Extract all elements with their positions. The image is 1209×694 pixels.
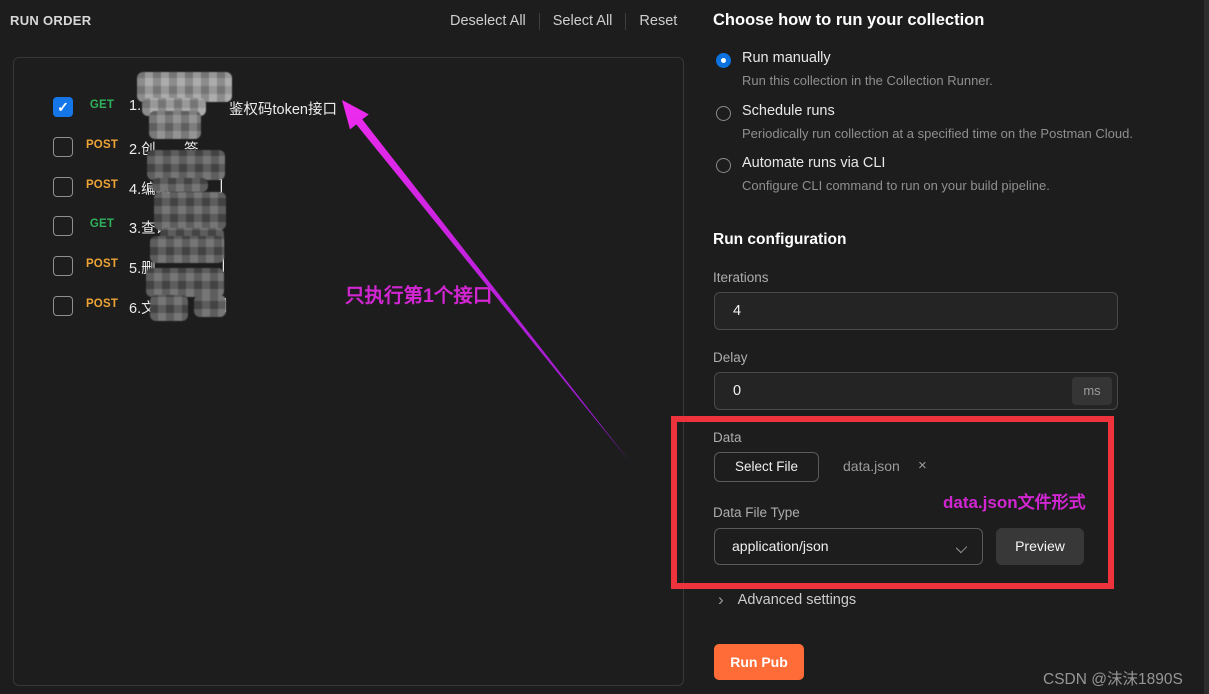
checkbox-checked[interactable]: ✓ (53, 97, 73, 117)
redacted-area (149, 111, 201, 139)
annotation-data-note: data.json文件形式 (943, 493, 1086, 512)
redacted-area (154, 192, 226, 230)
checkbox-unchecked[interactable] (53, 256, 73, 276)
header-action-deselect-all[interactable]: Deselect All (446, 11, 530, 31)
annotation-arrow-note: 只执行第1个接口 (345, 285, 493, 307)
delay-unit: ms (1072, 377, 1112, 405)
scrollbar[interactable] (1204, 0, 1209, 694)
redacted-area (150, 295, 188, 321)
option-description: Run this collection in the Collection Ru… (742, 73, 993, 88)
run-configuration-heading: Run configuration (713, 231, 847, 248)
iterations-value: 4 (733, 303, 742, 319)
delay-label: Delay (713, 350, 748, 365)
option-label[interactable]: Schedule runs (742, 103, 835, 119)
request-name-suffix: 鉴权码token接口 (229, 102, 337, 118)
run-order-title: RUN ORDER (10, 13, 92, 28)
radio-selected[interactable] (716, 53, 731, 68)
radio-unselected[interactable] (716, 106, 731, 121)
checkbox-unchecked[interactable] (53, 177, 73, 197)
checkbox-unchecked[interactable] (53, 216, 73, 236)
method-badge: POST (85, 298, 119, 310)
delay-input[interactable]: 0 ms (714, 372, 1118, 410)
iterations-input[interactable]: 4 (714, 292, 1118, 330)
redacted-area (146, 268, 224, 297)
advanced-settings-toggle[interactable]: › Advanced settings (718, 590, 857, 609)
redacted-area (152, 178, 208, 192)
header-actions: Deselect All Select All Reset (446, 11, 681, 31)
redacted-area (194, 295, 226, 317)
watermark: CSDN @沫沫1890S (1043, 671, 1183, 688)
iterations-label: Iterations (713, 270, 769, 285)
option-label[interactable]: Automate runs via CLI (742, 155, 885, 171)
option-description: Configure CLI command to run on your bui… (742, 178, 1050, 193)
choose-heading: Choose how to run your collection (713, 11, 985, 29)
method-badge: GET (89, 99, 115, 111)
header-action-reset[interactable]: Reset (635, 11, 681, 31)
option-description: Periodically run collection at a specifi… (742, 126, 1133, 141)
method-badge: POST (85, 258, 119, 270)
run-order-panel: ✓GET1.鉴权码token接口POST2.创签POST4.编辑]GET3.查询… (13, 57, 684, 686)
method-badge: POST (85, 179, 119, 191)
header-action-select-all[interactable]: Select All (549, 11, 617, 31)
delay-value: 0 (733, 383, 742, 399)
checkbox-unchecked[interactable] (53, 137, 73, 157)
divider (538, 12, 540, 30)
divider (625, 12, 627, 30)
redacted-area (147, 150, 225, 180)
advanced-settings-label: Advanced settings (737, 592, 857, 608)
checkbox-unchecked[interactable] (53, 296, 73, 316)
run-button[interactable]: Run Pub (714, 644, 804, 680)
redacted-area (150, 236, 224, 263)
method-badge: GET (89, 218, 115, 230)
option-label[interactable]: Run manually (742, 50, 831, 66)
method-badge: POST (85, 139, 119, 151)
radio-unselected[interactable] (716, 158, 731, 173)
chevron-right-icon: › (718, 590, 724, 609)
